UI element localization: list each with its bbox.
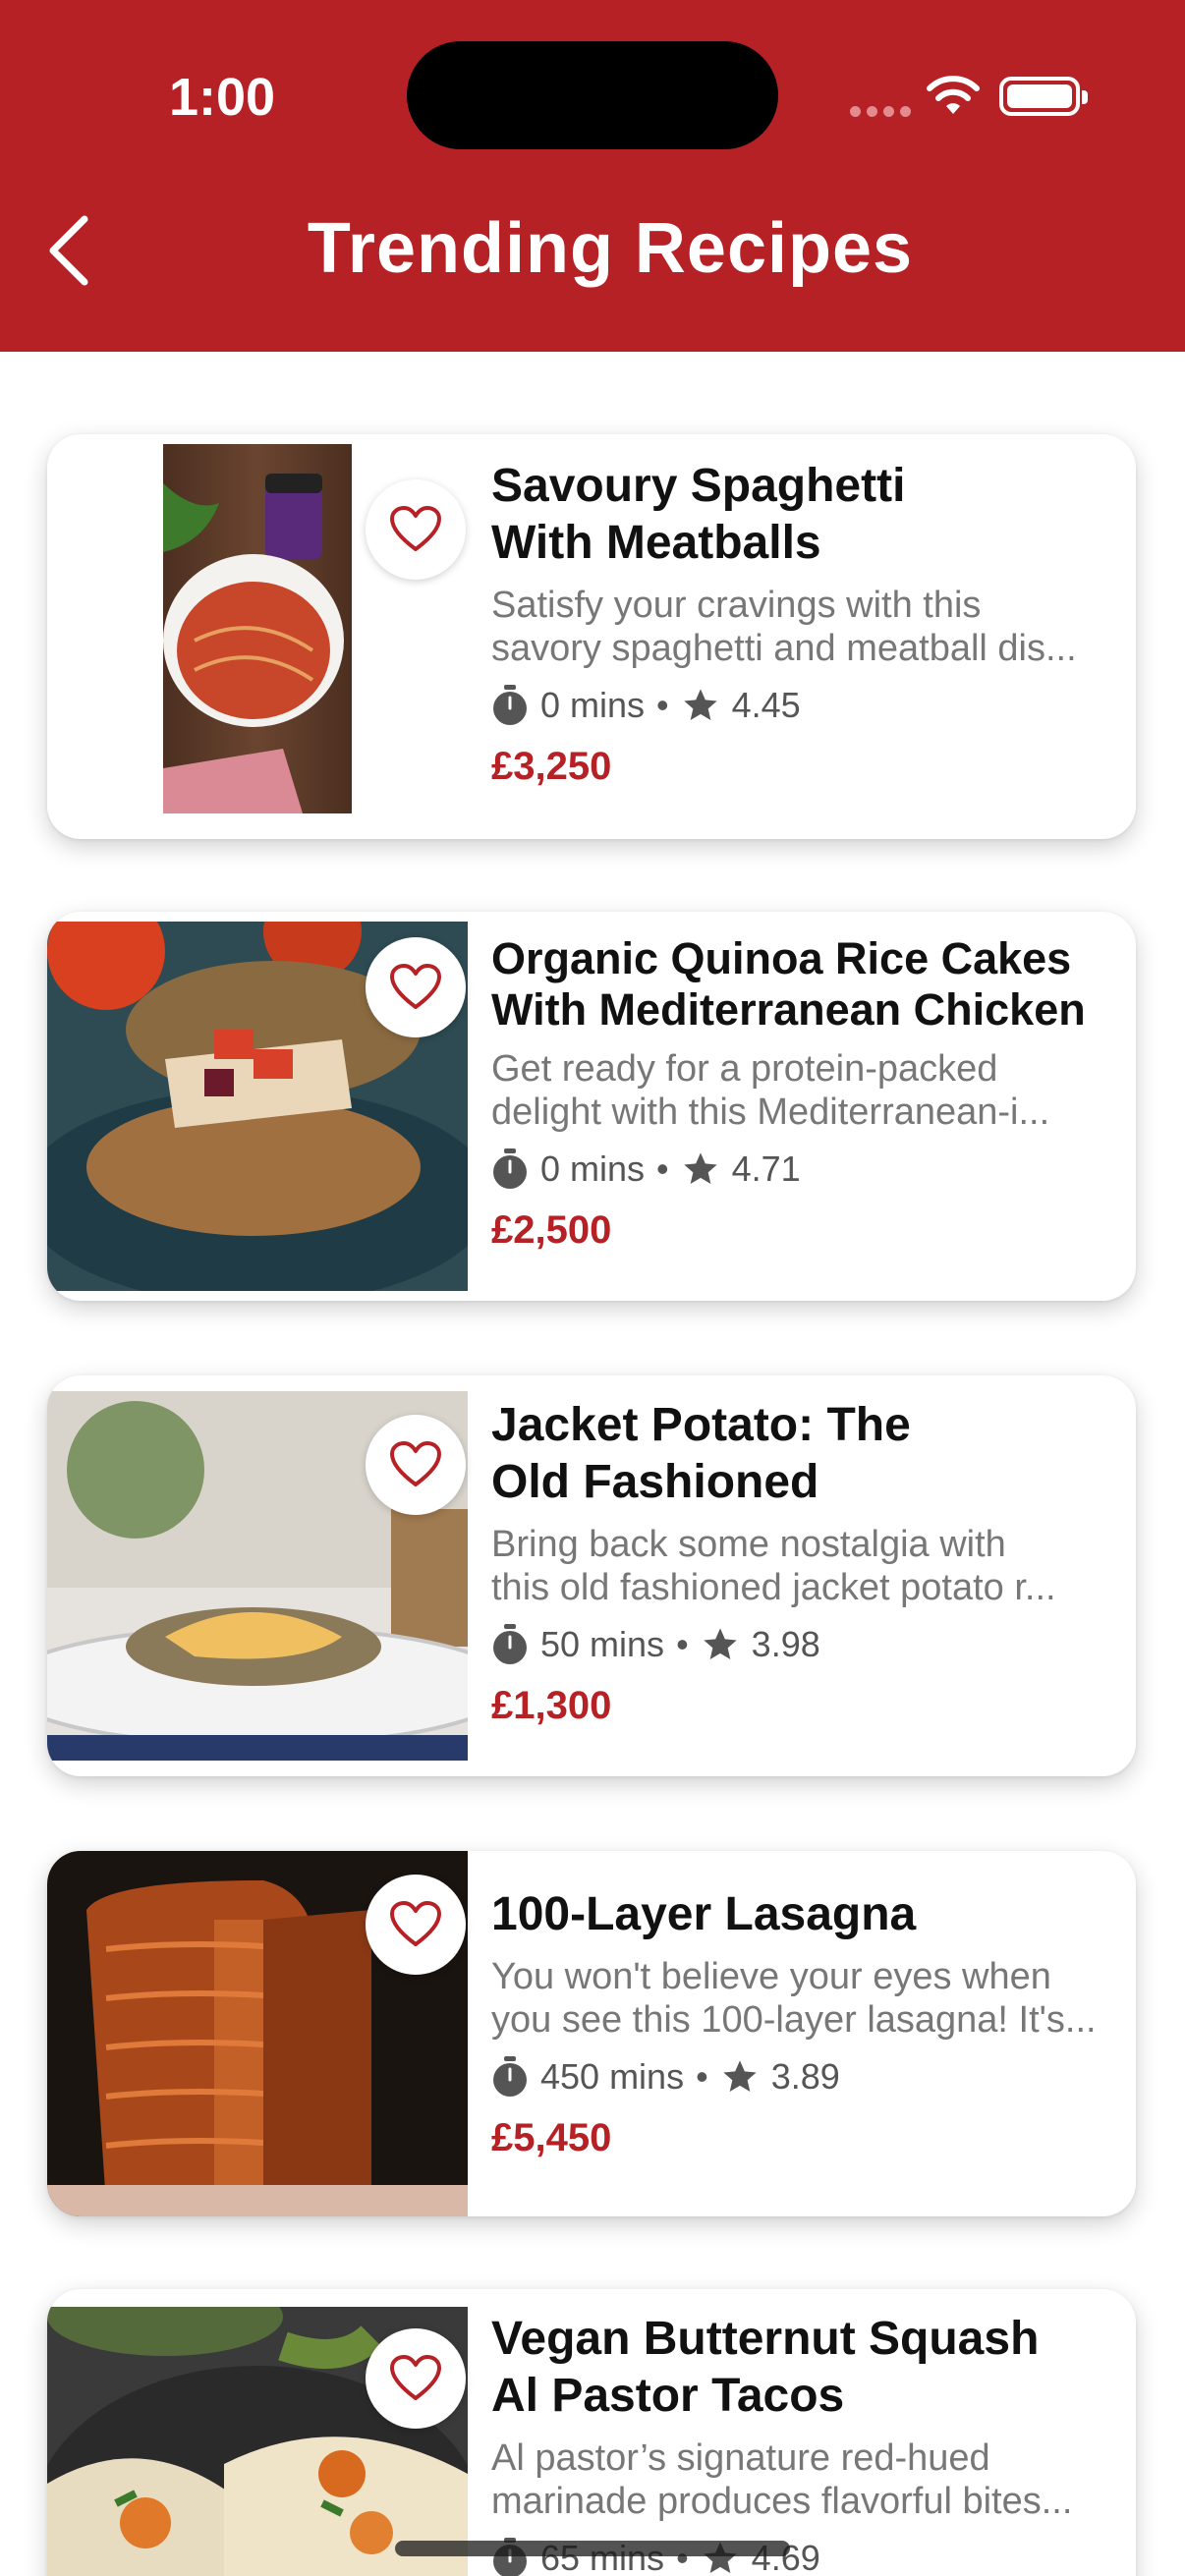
recipe-card[interactable]: Savoury Spaghetti With Meatballs Satisfy… <box>47 434 1136 839</box>
recipe-time: 50 mins <box>540 1624 665 1664</box>
recipe-card[interactable]: Vegan Butternut Squash Al Pastor Tacos A… <box>47 2289 1136 2576</box>
wifi-icon <box>927 76 980 114</box>
favorite-button[interactable] <box>366 1875 466 1975</box>
recipe-price: £5,450 <box>491 2116 612 2159</box>
recipe-meta: 450 mins • 3.89 <box>491 2053 1114 2100</box>
recipe-time: 0 mins <box>540 685 646 725</box>
favorite-button[interactable] <box>366 1415 466 1515</box>
star-icon <box>683 689 717 720</box>
star-icon <box>683 1152 717 1184</box>
home-indicator[interactable] <box>395 2541 790 2556</box>
stopwatch-icon <box>493 685 527 725</box>
recipe-title: Organic Quinoa Rice Cakes With Mediterra… <box>491 933 1086 1035</box>
heart-outline-icon <box>390 964 441 1009</box>
recipe-rating: 3.89 <box>770 2056 840 2097</box>
favorite-button[interactable] <box>366 937 466 1037</box>
recipe-info: Vegan Butternut Squash Al Pastor Tacos A… <box>491 2311 1114 2576</box>
heart-outline-icon <box>390 506 441 551</box>
stopwatch-icon <box>493 1624 527 1664</box>
star-icon <box>723 2060 757 2092</box>
favorite-button[interactable] <box>366 479 466 580</box>
recipe-info: Savoury Spaghetti With Meatballs Satisfy… <box>491 458 1114 789</box>
recipe-meta: 50 mins • 3.98 <box>491 1621 1114 1668</box>
app-header: 1:00 Trending Recipes <box>0 0 1185 352</box>
recipe-description: Satisfy your cravings with this savory s… <box>491 585 1077 669</box>
heart-outline-icon <box>390 1901 441 1946</box>
battery-icon <box>999 77 1088 116</box>
recipe-description: Al pastor’s signature red-hued marinade … <box>491 2437 1073 2522</box>
recipe-card[interactable]: Jacket Potato: The Old Fashioned Bring b… <box>47 1375 1136 1776</box>
recipe-description: Bring back some nostalgia with this old … <box>491 1524 1056 1608</box>
status-time: 1:00 <box>169 68 276 127</box>
recipe-info: Jacket Potato: The Old Fashioned Bring b… <box>491 1397 1114 1728</box>
recipe-title: Jacket Potato: The Old Fashioned <box>491 1399 911 1508</box>
stopwatch-icon <box>493 2056 527 2097</box>
recipe-time: 450 mins <box>540 2056 685 2097</box>
recipe-info: 100-Layer Lasagna You won't believe your… <box>491 1886 1114 2160</box>
recipe-meta: 0 mins • 4.45 <box>491 682 1114 729</box>
recipe-info: Organic Quinoa Rice Cakes With Mediterra… <box>491 933 1114 1253</box>
cellular-signal-icon <box>850 104 917 122</box>
recipe-rating: 4.45 <box>731 685 801 725</box>
recipe-card[interactable]: 100-Layer Lasagna You won't believe your… <box>47 1851 1136 2216</box>
recipe-rating: 3.98 <box>751 1624 820 1664</box>
recipe-price: £3,250 <box>491 745 612 788</box>
recipe-description: Get ready for a protein-packed delight w… <box>491 1048 1050 1133</box>
recipe-price: £1,300 <box>491 1684 612 1727</box>
dynamic-island <box>407 41 778 149</box>
heart-outline-icon <box>390 1441 441 1486</box>
favorite-button[interactable] <box>366 2328 466 2429</box>
recipe-title: Vegan Butternut Squash Al Pastor Tacos <box>491 2313 1040 2422</box>
recipe-time: 0 mins <box>540 1148 646 1189</box>
recipe-title: 100-Layer Lasagna <box>491 1888 917 1940</box>
recipe-description: You won't believe your eyes when you see… <box>491 1956 1097 2041</box>
recipe-rating: 4.71 <box>731 1148 801 1189</box>
recipe-card[interactable]: Organic Quinoa Rice Cakes With Mediterra… <box>47 912 1136 1301</box>
recipe-price: £2,500 <box>491 1208 612 1252</box>
recipe-title: Savoury Spaghetti With Meatballs <box>491 460 906 569</box>
stopwatch-icon <box>493 1148 527 1189</box>
heart-outline-icon <box>390 2355 441 2400</box>
star-icon <box>704 1628 737 1659</box>
page-title: Trending Recipes <box>307 209 914 288</box>
recipe-meta: 0 mins • 4.71 <box>491 1146 1114 1193</box>
